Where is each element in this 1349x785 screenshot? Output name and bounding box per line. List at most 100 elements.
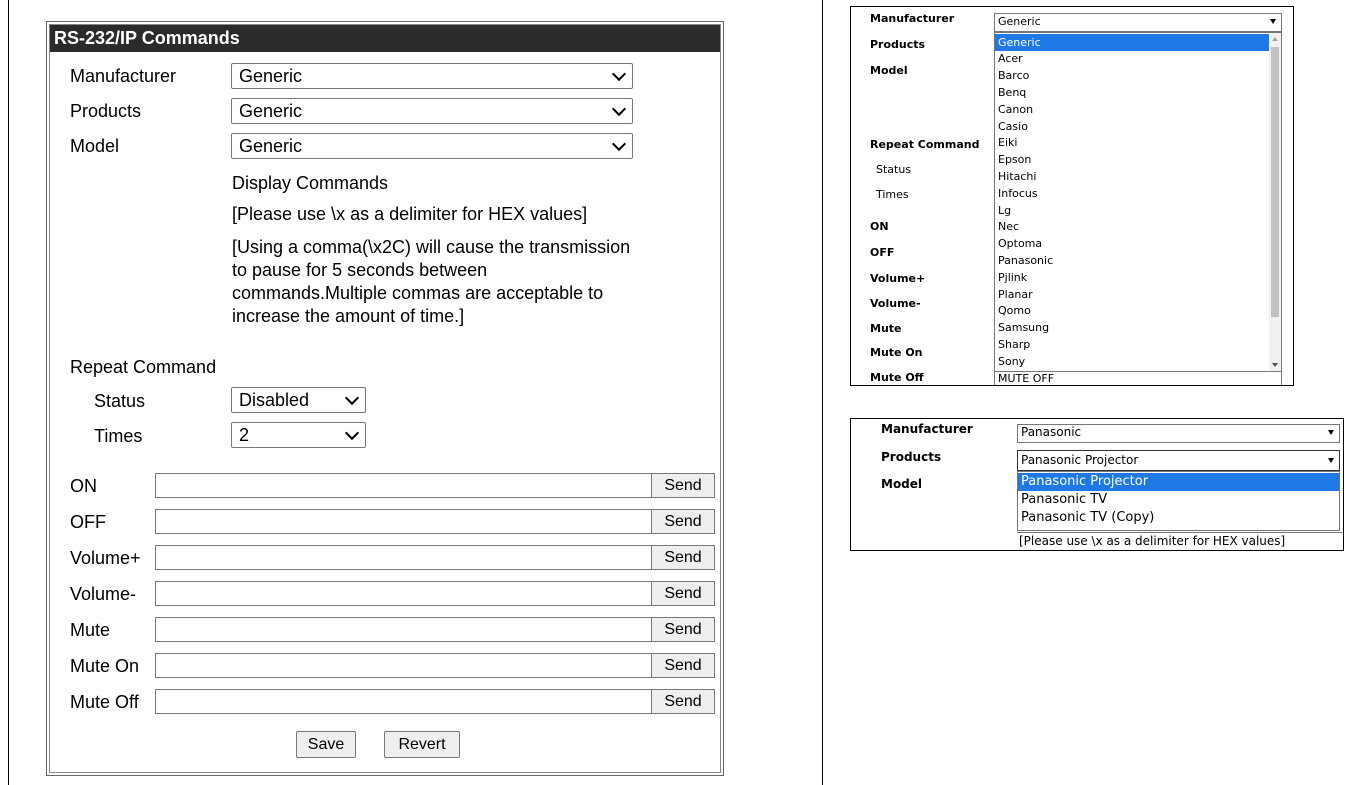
manufacturer-options-list[interactable]: Generic Acer Barco Benq Canon Casio Eiki… [994, 32, 1282, 372]
command-label: Mute [70, 620, 111, 640]
hex-hint: [Please use \x as a delimiter for HEX va… [232, 204, 588, 224]
products-label: Products [70, 101, 142, 121]
manufacturer-option[interactable]: Nec [995, 218, 1271, 235]
manufacturer-select-value: Panasonic [1021, 425, 1082, 439]
manufacturer-label: Manufacturer [70, 66, 177, 86]
command-label: Volume+ [70, 548, 141, 568]
send-button-volume-down[interactable]: Send [651, 581, 715, 606]
off-label: OFF [870, 246, 895, 259]
manufacturer-option[interactable]: Pjlink [995, 269, 1271, 286]
command-label: OFF [70, 512, 106, 532]
manufacturer-option[interactable]: Eiki [995, 134, 1271, 151]
send-button-mute-off[interactable]: Send [651, 689, 715, 714]
dropdown-arrow-icon [1328, 430, 1334, 435]
manufacturer-option[interactable]: Hitachi [995, 168, 1271, 185]
hex-hint: [Please use \x as a delimiter for HEX va… [1017, 532, 1342, 549]
command-input-mute-off[interactable] [155, 689, 652, 714]
manufacturer-option[interactable]: Acer [995, 50, 1271, 67]
rs232-panel-inner: RS-232/IP Commands Manufacturer Generic … [49, 24, 721, 773]
status-select[interactable]: Disabled [231, 387, 366, 413]
command-input-on[interactable] [155, 473, 652, 498]
command-input-mute-on[interactable] [155, 653, 652, 678]
times-label: Times [876, 188, 909, 201]
manufacturer-option[interactable]: Canon [995, 101, 1271, 118]
chevron-down-icon [611, 101, 627, 117]
status-label: Status [876, 163, 912, 176]
manufacturer-option[interactable]: Qomo [995, 302, 1271, 319]
manufacturer-label: Manufacturer [881, 422, 973, 436]
status-label: Status [94, 391, 146, 411]
products-select[interactable]: Generic [231, 98, 633, 124]
manufacturer-option[interactable]: Generic [995, 34, 1271, 51]
volume-down-label: Volume- [870, 297, 921, 310]
scrollbar-thumb[interactable] [1271, 47, 1279, 317]
manufacturer-option[interactable]: Casio [995, 118, 1271, 135]
products-select[interactable]: Panasonic Projector [1017, 450, 1340, 471]
display-commands-heading: Display Commands [232, 173, 389, 193]
mute-on-label: Mute On [870, 346, 923, 359]
send-button-off[interactable]: Send [651, 509, 715, 534]
times-label: Times [94, 426, 143, 446]
manufacturer-option[interactable]: Sony [995, 353, 1271, 370]
command-input-off[interactable] [155, 509, 652, 534]
mute-off-input[interactable]: MUTE OFF [994, 371, 1282, 385]
scroll-down-arrow-icon[interactable] [1272, 363, 1278, 367]
products-label: Products [870, 38, 926, 51]
repeat-command-label: Repeat Command [870, 138, 980, 151]
comma-hint-line-4: increase the amount of time.] [232, 306, 465, 326]
on-label: ON [870, 220, 889, 233]
command-input-volume-down[interactable] [155, 581, 652, 606]
send-button-mute[interactable]: Send [651, 617, 715, 642]
command-input-mute[interactable] [155, 617, 652, 642]
products-select-value: Generic [239, 101, 303, 121]
manufacturer-option[interactable]: Optoma [995, 235, 1271, 252]
options-scrollbar[interactable] [1269, 33, 1281, 371]
send-button-volume-up[interactable]: Send [651, 545, 715, 570]
manufacturer-option[interactable]: Barco [995, 67, 1271, 84]
model-label: Model [870, 64, 908, 77]
send-button-mute-on[interactable]: Send [651, 653, 715, 678]
scroll-up-arrow-icon[interactable] [1272, 37, 1278, 41]
manufacturer-option[interactable]: Benq [995, 84, 1271, 101]
times-select-value: 2 [239, 425, 250, 445]
dropdown-arrow-icon [1270, 19, 1276, 24]
rs232-panel: RS-232/IP Commands Manufacturer Generic … [46, 21, 724, 776]
manufacturer-select[interactable]: Panasonic [1017, 424, 1340, 443]
save-button[interactable]: Save [296, 731, 356, 758]
products-options-list[interactable]: Panasonic Projector Panasonic TV Panason… [1017, 471, 1340, 531]
model-select[interactable]: Generic [231, 133, 633, 159]
manufacturer-select[interactable]: Generic [231, 63, 633, 89]
manufacturer-label: Manufacturer [870, 12, 955, 25]
times-select[interactable]: 2 [231, 422, 366, 448]
manufacturer-option[interactable]: Epson [995, 151, 1271, 168]
send-button-on[interactable]: Send [651, 473, 715, 498]
model-select-value: Generic [239, 136, 303, 156]
products-option[interactable]: Panasonic Projector [1018, 473, 1339, 491]
manufacturer-option[interactable]: Sharp [995, 336, 1271, 353]
manufacturer-option[interactable]: Lg [995, 202, 1271, 219]
chevron-down-icon [611, 136, 627, 152]
manufacturer-option[interactable]: Planar [995, 286, 1271, 303]
products-option[interactable]: Panasonic TV (Copy) [1018, 509, 1339, 527]
manufacturer-select-value: Generic [239, 66, 303, 86]
model-label: Model [70, 136, 120, 156]
chevron-down-icon [344, 425, 360, 441]
status-select-value: Disabled [239, 390, 310, 410]
products-dropdown-panel: Manufacturer Panasonic Products Panasoni… [850, 418, 1344, 551]
revert-button[interactable]: Revert [384, 731, 460, 758]
manufacturer-select[interactable]: Generic [994, 13, 1282, 32]
manufacturer-option[interactable]: Panasonic [995, 252, 1271, 269]
chevron-down-icon [611, 66, 627, 82]
command-input-volume-up[interactable] [155, 545, 652, 570]
manufacturer-option[interactable]: Infocus [995, 185, 1271, 202]
products-option[interactable]: Panasonic TV [1018, 491, 1339, 509]
comma-hint-line-3: commands.Multiple commas are acceptable … [232, 283, 604, 303]
left-frame: RS-232/IP Commands Manufacturer Generic … [8, 0, 823, 785]
comma-hint-line-2: to pause for 5 seconds between [232, 260, 488, 280]
products-select-value: Panasonic Projector [1021, 453, 1139, 467]
manufacturer-option[interactable]: Samsung [995, 319, 1271, 336]
command-label: Volume- [70, 584, 137, 604]
volume-up-label: Volume+ [870, 272, 926, 285]
command-label: Mute Off [70, 692, 139, 712]
chevron-down-icon [344, 390, 360, 406]
